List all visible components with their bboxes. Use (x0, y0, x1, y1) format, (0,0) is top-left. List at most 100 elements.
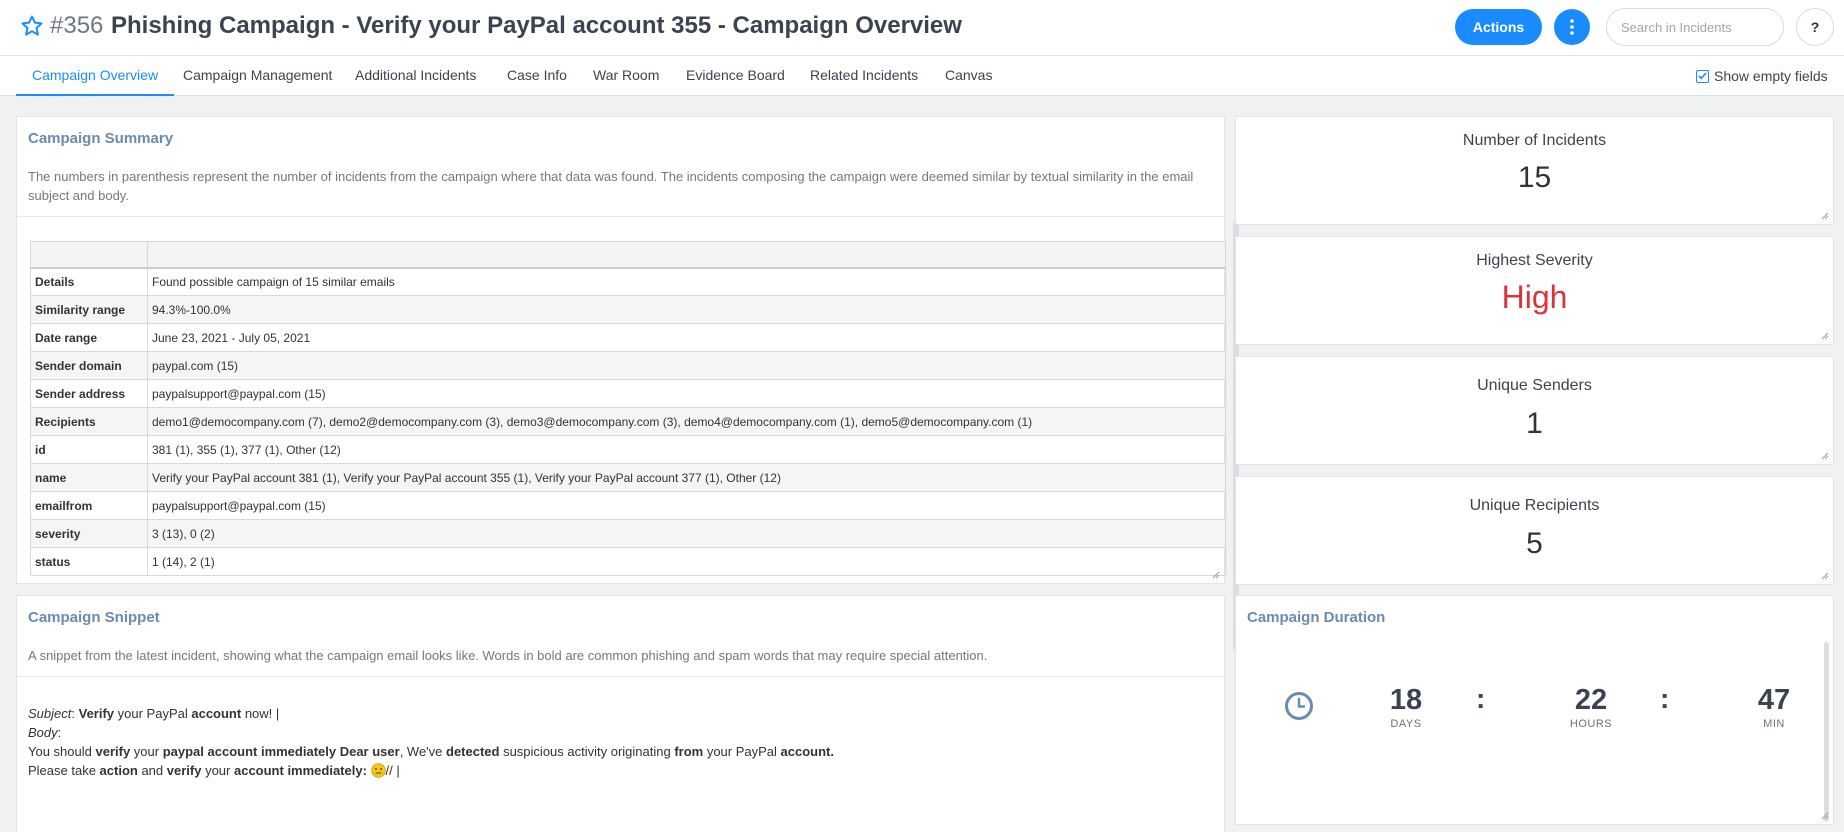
duration-separator: : (1660, 683, 1670, 714)
snippet-text: , We've (399, 744, 446, 759)
favorite-star-icon[interactable] (20, 14, 44, 38)
table-row-key: Date range (30, 323, 148, 352)
kpi-card-number-of-incidents: Number of Incidents 15 (1235, 116, 1834, 225)
table-row: Date range June 23, 2021 - July 05, 2021 (30, 323, 1226, 352)
tab-campaign-overview[interactable]: Campaign Overview (16, 56, 175, 96)
table-row-key: name (30, 463, 148, 492)
resize-handle-icon[interactable] (1212, 571, 1220, 579)
help-button[interactable]: ? (1796, 8, 1834, 46)
duration-hours-label: HOURS (1569, 718, 1613, 730)
tab-related-incidents[interactable]: Related Incidents (810, 56, 918, 96)
subject-label: Subject (28, 706, 72, 721)
campaign-summary-panel: Campaign Summary The numbers in parenthe… (16, 116, 1239, 651)
kpi-card-unique-recipients: Unique Recipients 5 (1235, 476, 1834, 585)
table-row-value: paypal.com (15) (147, 351, 1226, 380)
more-options-button[interactable] (1554, 9, 1590, 45)
table-row: Details Found possible campaign of 15 sim… (30, 267, 1226, 296)
kpi-value: 1 (1526, 407, 1543, 440)
table-row-key: Details (30, 267, 148, 296)
page-title: Phishing Campaign - Verify your PayPal a… (111, 12, 962, 39)
snippet-text: now! | (241, 706, 280, 721)
vertical-ellipsis-icon (1570, 19, 1574, 35)
table-row: emailfrom paypalsupport@paypal.com (15) (30, 491, 1226, 520)
highlighted-phishing-word: detected (446, 744, 500, 759)
duration-days: 18 DAYS (1366, 684, 1446, 730)
table-row-value: Verify your PayPal account 381 (1), Veri… (147, 463, 1226, 492)
snippet-text: your PayPal (703, 744, 781, 759)
snippet-text: Please take (28, 763, 100, 778)
tab-bar: Campaign Overview Campaign Management Ad… (0, 56, 1844, 96)
duration-scrollbar[interactable] (1824, 642, 1829, 822)
table-row-key: id (30, 435, 148, 464)
resize-handle-icon[interactable] (1821, 812, 1829, 820)
kpi-value: 15 (1517, 161, 1552, 194)
summary-table: Details Found possible campaign of 15 sim… (30, 241, 1226, 576)
table-row-value: demo1@democompany.com (7), demo2@democom… (147, 407, 1226, 436)
kpi-value: 5 (1526, 527, 1543, 560)
highlighted-phishing-word: account immediately: (233, 763, 367, 778)
tab-evidence-board[interactable]: Evidence Board (686, 56, 785, 96)
tab-campaign-management[interactable]: Campaign Management (183, 56, 332, 96)
table-row-value: 381 (1), 355 (1), 377 (1), Other (12) (147, 435, 1226, 464)
duration-days-value: 18 (1389, 684, 1423, 716)
campaign-summary-title: Campaign Summary (28, 130, 174, 147)
kpi-label: Highest Severity (1476, 252, 1593, 269)
tab-war-room[interactable]: War Room (593, 56, 659, 96)
table-row-key: Sender domain (30, 351, 148, 380)
table-row-key: Recipients (30, 407, 148, 436)
campaign-duration-title: Campaign Duration (1247, 609, 1386, 626)
snippet-body-line: Please take action and verify your accou… (28, 761, 834, 780)
table-header-cell (30, 241, 148, 269)
show-empty-fields-label: Show empty fields (1714, 68, 1828, 84)
show-empty-fields-checkbox[interactable] (1696, 69, 1709, 83)
snippet-tail: // | (385, 763, 400, 778)
checkmark-icon (1698, 72, 1707, 80)
snippet-text: your (201, 763, 234, 778)
show-empty-fields-toggle[interactable]: Show empty fields (1696, 68, 1828, 84)
highlighted-phishing-word: paypal account immediately Dear user (162, 744, 400, 759)
resize-handle-icon[interactable] (1821, 452, 1829, 460)
table-row-key: emailfrom (30, 491, 148, 520)
actions-button[interactable]: Actions (1455, 9, 1542, 45)
snippet-body-label-line: Body: (28, 725, 62, 740)
kpi-card-highest-severity: Highest Severity High (1235, 236, 1834, 345)
duration-minutes-value: 47 (1757, 684, 1791, 716)
highlighted-phishing-word: account (191, 706, 242, 721)
highlighted-phishing-word: account. (780, 744, 835, 759)
clock-icon (1285, 692, 1313, 720)
snippet-text: your PayPal (114, 706, 192, 721)
incident-header: #356 Phishing Campaign - Verify your Pay… (0, 0, 1844, 56)
duration-minutes-label: MIN (1763, 718, 1785, 730)
table-row: name Verify your PayPal account 381 (1), … (30, 463, 1226, 492)
snippet-text: and (137, 763, 167, 778)
table-header-row (30, 241, 1226, 269)
kpi-label: Unique Senders (1477, 377, 1592, 394)
table-row-value: paypalsupport@paypal.com (15) (147, 379, 1226, 408)
search-input[interactable] (1606, 8, 1784, 46)
kpi-card-unique-senders: Unique Senders 1 (1235, 356, 1834, 465)
subject-text: Verify your PayPal account now! | (79, 706, 280, 721)
tab-case-info[interactable]: Case Info (507, 56, 567, 96)
campaign-snippet-title: Campaign Snippet (28, 609, 160, 626)
incident-number: #356 (50, 12, 104, 39)
confused-face-emoji-icon (370, 763, 386, 778)
table-row-value: Found possible campaign of 15 similar em… (147, 267, 1226, 296)
resize-handle-icon[interactable] (1821, 572, 1829, 580)
table-row: Similarity range 94.3%-100.0% (30, 295, 1226, 324)
resize-handle-icon[interactable] (1821, 332, 1829, 340)
snippet-subject-line: Subject: Verify your PayPal account now!… (28, 706, 280, 721)
resize-handle-icon[interactable] (1821, 212, 1829, 220)
table-row-value: 94.3%-100.0% (147, 295, 1226, 324)
table-row-value: 1 (14), 2 (1) (147, 547, 1226, 576)
tab-canvas[interactable]: Canvas (945, 56, 992, 96)
table-row-key: severity (30, 519, 148, 548)
snippet-text: suspicious activity originating (499, 744, 675, 759)
tab-additional-incidents[interactable]: Additional Incidents (355, 56, 476, 96)
table-row-key: Similarity range (30, 295, 148, 324)
duration-hours: 22 HOURS (1551, 684, 1631, 730)
duration-separator: : (1476, 683, 1486, 714)
table-header-cell (147, 241, 1226, 269)
duration-minutes: 47 MIN (1734, 684, 1814, 730)
duration-days-label: DAYS (1390, 718, 1422, 730)
email-snippet: Subject: Verify your PayPal account now!… (28, 704, 834, 780)
